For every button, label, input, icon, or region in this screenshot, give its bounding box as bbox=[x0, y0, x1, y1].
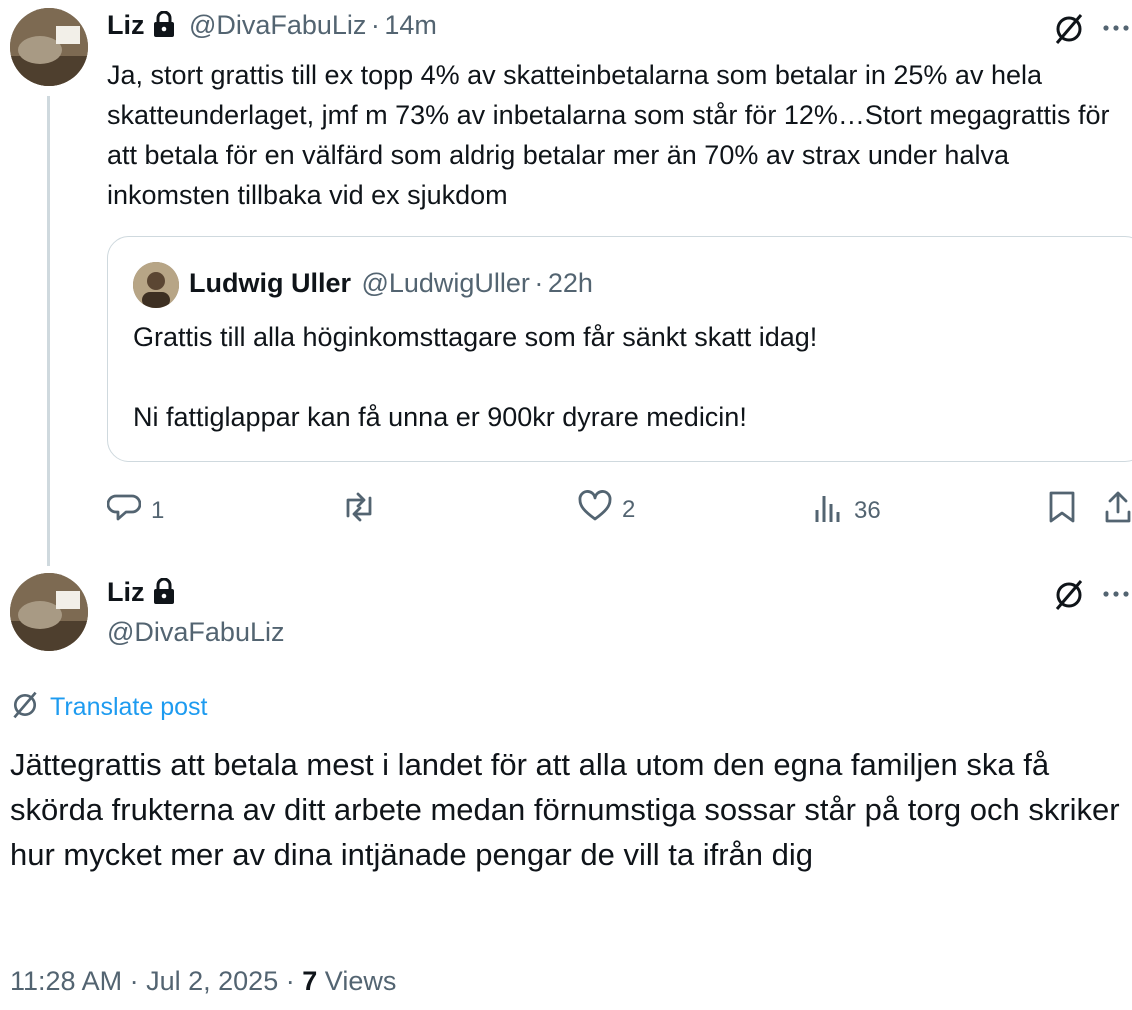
views-label: Views bbox=[324, 966, 397, 996]
reply-icon bbox=[106, 490, 142, 531]
quoted-header: Ludwig Uller @LudwigUller · 22h bbox=[189, 268, 593, 299]
quoted-separator: · bbox=[534, 268, 544, 298]
lock-icon bbox=[153, 10, 175, 42]
reply-button[interactable]: 1 bbox=[106, 490, 165, 531]
repost-icon bbox=[340, 490, 378, 531]
post-time[interactable]: 14m bbox=[384, 10, 437, 40]
quoted-avatar bbox=[133, 262, 179, 308]
lock-icon bbox=[153, 577, 175, 609]
thread-connector-line bbox=[47, 96, 50, 566]
quoted-author-handle: @LudwigUller bbox=[361, 268, 530, 298]
post-text: Ja, stort grattis till ex topp 4% av ska… bbox=[107, 60, 1110, 210]
share-icon[interactable] bbox=[1104, 490, 1132, 529]
views-icon bbox=[814, 490, 844, 531]
avatar[interactable] bbox=[10, 573, 88, 651]
quoted-time: 22h bbox=[547, 268, 593, 298]
meta-separator: · bbox=[285, 966, 295, 996]
views-count: 7 bbox=[302, 966, 318, 996]
translate-icon bbox=[10, 690, 40, 725]
more-icon[interactable] bbox=[1102, 580, 1130, 613]
like-count: 2 bbox=[622, 495, 636, 523]
like-icon bbox=[578, 490, 612, 529]
translate-icon[interactable] bbox=[1052, 578, 1086, 617]
translate-post-link[interactable]: Translate post bbox=[10, 690, 207, 725]
main-post-author: Liz bbox=[107, 577, 175, 609]
author-handle[interactable]: @DivaFabuLiz bbox=[189, 10, 366, 40]
bookmark-icon[interactable] bbox=[1047, 490, 1077, 529]
meta-separator: · bbox=[129, 966, 139, 996]
author-name[interactable]: Liz bbox=[107, 10, 145, 40]
avatar[interactable] bbox=[10, 8, 88, 86]
views-button[interactable]: 36 bbox=[814, 490, 881, 531]
post-date[interactable]: Jul 2, 2025 bbox=[146, 966, 278, 996]
post-metadata: 11:28 AM · Jul 2, 2025 · 7 Views bbox=[10, 966, 396, 997]
translate-icon[interactable] bbox=[1052, 12, 1086, 51]
author-handle[interactable]: @DivaFabuLiz bbox=[107, 617, 284, 648]
translate-post-label: Translate post bbox=[50, 693, 208, 721]
quoted-text-line-1: Grattis till alla höginkomsttagare som f… bbox=[133, 322, 818, 352]
repost-button[interactable] bbox=[340, 490, 378, 531]
post-timestamp[interactable]: 11:28 AM bbox=[10, 966, 122, 996]
views-count: 36 bbox=[854, 496, 881, 524]
quoted-author-name: Ludwig Uller bbox=[189, 268, 351, 298]
quoted-text-line-2: Ni fattiglappar kan få unna er 900kr dyr… bbox=[133, 402, 747, 432]
post-header: Liz @DivaFabuLiz · 14m bbox=[107, 10, 437, 42]
like-button[interactable]: 2 bbox=[578, 490, 635, 529]
reply-count: 1 bbox=[151, 496, 165, 524]
main-post-text: Jättegrattis att betala mest i landet fö… bbox=[10, 747, 1120, 872]
author-name[interactable]: Liz bbox=[107, 577, 145, 607]
separator-dot: · bbox=[370, 10, 380, 40]
more-icon[interactable] bbox=[1102, 14, 1130, 47]
